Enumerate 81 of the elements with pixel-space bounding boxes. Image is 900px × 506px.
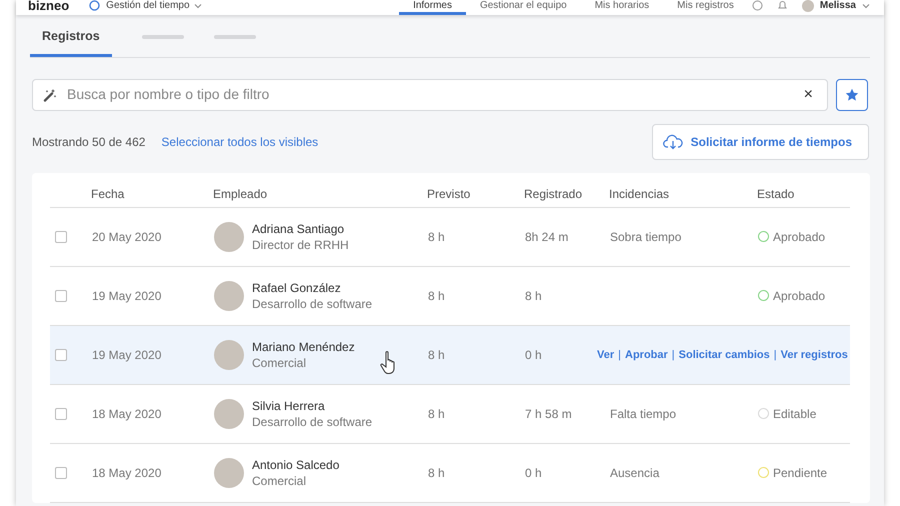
avatar-placeholder: [214, 398, 244, 429]
request-report-button[interactable]: Solicitar informe de tiempos: [652, 124, 869, 160]
date-text: 18 May 2020: [92, 466, 162, 480]
table-row[interactable]: 20 May 2020 Adriana Santiago Director de RRHH 8 h 8h 24 m Sobra tiempo Aprobado: [50, 207, 850, 266]
incident-text: Sobra tiempo: [610, 230, 682, 244]
planned-hours: 8 h: [428, 348, 445, 362]
column-header: Registrado: [524, 178, 609, 208]
table-row[interactable]: 19 May 2020 Mariano Menéndez Comercial 8 h 0 h Ver | Aprobar | Solicitar cambios | Ver registros: [50, 325, 850, 384]
employee-name: Silvia Herrera: [252, 398, 326, 414]
column-header: Fecha: [91, 178, 213, 208]
status-text: Editable: [773, 406, 816, 423]
status-text: Pendiente: [773, 464, 828, 482]
employee-role: Director de RRHH: [252, 236, 349, 253]
link-separator: |: [618, 348, 621, 362]
avatar-placeholder: [214, 458, 244, 488]
recorded-hours: 0 h: [525, 348, 542, 362]
column-header: Incidencias: [609, 178, 757, 208]
nav-link[interactable]: Mis horarios: [580, 0, 664, 15]
planned-hours: 8 h: [428, 288, 445, 303]
select-all-link[interactable]: Seleccionar todos los visibles: [161, 132, 318, 151]
planned-hours: 8 h: [428, 230, 445, 244]
action-link[interactable]: Solicitar cambios: [678, 346, 770, 363]
employee-name: Adriana Santiago: [252, 220, 346, 237]
planned-hours: 8 h: [428, 466, 445, 480]
table-row[interactable]: 18 May 2020 Antonio Salcedo Comercial 8 h 0 h Ausencia Pendiente: [50, 443, 850, 502]
nav-link[interactable]: Informes: [399, 0, 466, 15]
caret-icon: [194, 2, 202, 10]
employee-role: Comercial: [252, 354, 308, 371]
row-checkbox[interactable]: [55, 408, 67, 420]
table-row[interactable]: 18 May 2020 Silvia Herrera Desarrollo de software 8 h 7 h 58 m Falta tiempo Editable: [50, 384, 850, 444]
tab[interactable]: Registros: [30, 27, 112, 57]
employee-name: Mariano Menéndez: [252, 338, 355, 355]
nav-link[interactable]: Gestionar el equipo: [466, 0, 581, 15]
table-row[interactable]: 19 May 2020 Rafael González Desarrollo de software 8 h 8 h Aprobado: [50, 266, 850, 326]
date-text: 18 May 2020: [92, 406, 162, 421]
action-link[interactable]: Aprobar: [625, 346, 668, 363]
row-checkbox[interactable]: [55, 290, 67, 302]
recorded-hours: 8 h: [525, 288, 542, 303]
results-count: Mostrando 50 de 462: [32, 134, 146, 151]
employee-role: Desarrollo de software: [252, 296, 372, 312]
status-text: Aprobado: [773, 288, 826, 305]
column-header: Empleado: [213, 178, 427, 208]
action-link[interactable]: Ver registros: [780, 346, 848, 363]
avatar-placeholder: [214, 222, 244, 252]
row-checkbox[interactable]: [55, 348, 67, 361]
avatar-placeholder: [214, 340, 244, 370]
status-text: Aprobado: [773, 228, 826, 246]
recorded-hours: 0 h: [525, 466, 542, 480]
recorded-hours: 8h 24 m: [525, 230, 568, 244]
search-field[interactable]: Busca por nombre o tipo de filtro ×: [32, 78, 828, 111]
module-menu[interactable]: Gestión del tiempo: [106, 0, 190, 12]
clear-button[interactable]: ×: [800, 86, 817, 103]
logo: bizneo: [28, 0, 70, 12]
column-header: Estado: [757, 178, 850, 208]
recorded-hours: 7 h 58 m: [525, 406, 572, 421]
nav-link[interactable]: Mis registros: [663, 0, 748, 15]
date-text: 20 May 2020: [92, 230, 162, 244]
star-icon: [845, 88, 859, 102]
cloud-download-icon: [662, 134, 683, 150]
employee-name: Rafael González: [252, 280, 342, 296]
employee-name: Antonio Salcedo: [252, 456, 340, 473]
incident-text: Falta tiempo: [610, 406, 676, 421]
avatar-placeholder: [214, 280, 244, 311]
column-header: Previsto: [427, 178, 524, 208]
action-link[interactable]: Ver: [597, 346, 614, 363]
user-avatar[interactable]: [802, 0, 814, 12]
caret-icon: [862, 2, 870, 10]
date-text: 19 May 2020: [92, 288, 162, 303]
employee-role: Comercial: [252, 472, 308, 489]
user-name[interactable]: Melissa: [820, 0, 856, 12]
link-separator: |: [672, 348, 675, 362]
magic-wand-icon: [43, 88, 57, 102]
favorite-button[interactable]: [836, 78, 868, 111]
employee-role: Desarrollo de software: [252, 414, 372, 430]
planned-hours: 8 h: [428, 406, 445, 421]
link-separator: |: [774, 348, 777, 362]
row-checkbox[interactable]: [55, 230, 67, 243]
row-checkbox[interactable]: [55, 466, 67, 479]
incident-text: Ausencia: [610, 466, 660, 480]
date-text: 19 May 2020: [92, 348, 162, 362]
bell-icon[interactable]: [776, 0, 788, 11]
